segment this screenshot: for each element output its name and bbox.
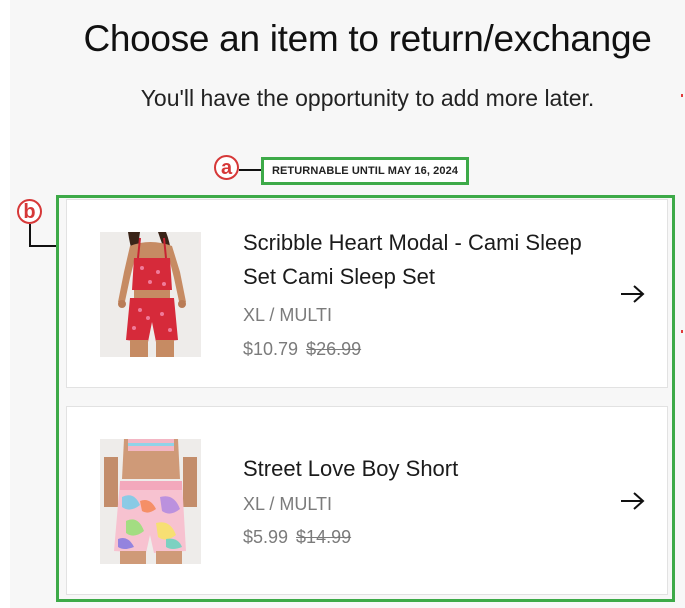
item-price-row: $10.79 $26.99: [243, 339, 361, 360]
annotation-connector-a: [239, 169, 261, 171]
item-name: Scribble Heart Modal - Cami Sleep Set Ca…: [243, 230, 582, 289]
annotation-connector-b: [29, 224, 31, 247]
returnable-until-badge: RETURNABLE UNTIL MAY 16, 2024: [261, 157, 469, 185]
item-name: Street Love Boy Short: [243, 456, 459, 481]
item-price-row: $5.99 $14.99: [243, 527, 351, 548]
sale-price: $5.99: [243, 527, 289, 547]
original-price: $26.99: [306, 339, 362, 359]
edge-mark: [681, 330, 683, 333]
arrow-right-icon[interactable]: [619, 284, 647, 304]
annotation-marker-a: a: [214, 155, 239, 180]
product-image: [100, 232, 201, 357]
annotation-marker-b: b: [17, 199, 42, 224]
edge-mark: [681, 94, 683, 97]
original-price: $14.99: [296, 527, 352, 547]
item-variant: XL / MULTI: [243, 305, 333, 325]
item-card-cami-sleep-set[interactable]: Scribble Heart Modal - Cami Sleep Set Ca…: [66, 199, 668, 388]
sale-price: $10.79: [243, 339, 299, 359]
page-subtitle: You'll have the opportunity to add more …: [140, 85, 595, 111]
item-card-boy-short[interactable]: Street Love Boy Short XL / MULTI $5.99 $1…: [66, 406, 668, 595]
page-title: Choose an item to return/exchange: [83, 18, 652, 59]
product-image: [100, 439, 201, 564]
annotation-connector-b: [29, 245, 56, 247]
arrow-right-icon[interactable]: [619, 491, 647, 511]
item-variant: XL / MULTI: [243, 494, 333, 514]
